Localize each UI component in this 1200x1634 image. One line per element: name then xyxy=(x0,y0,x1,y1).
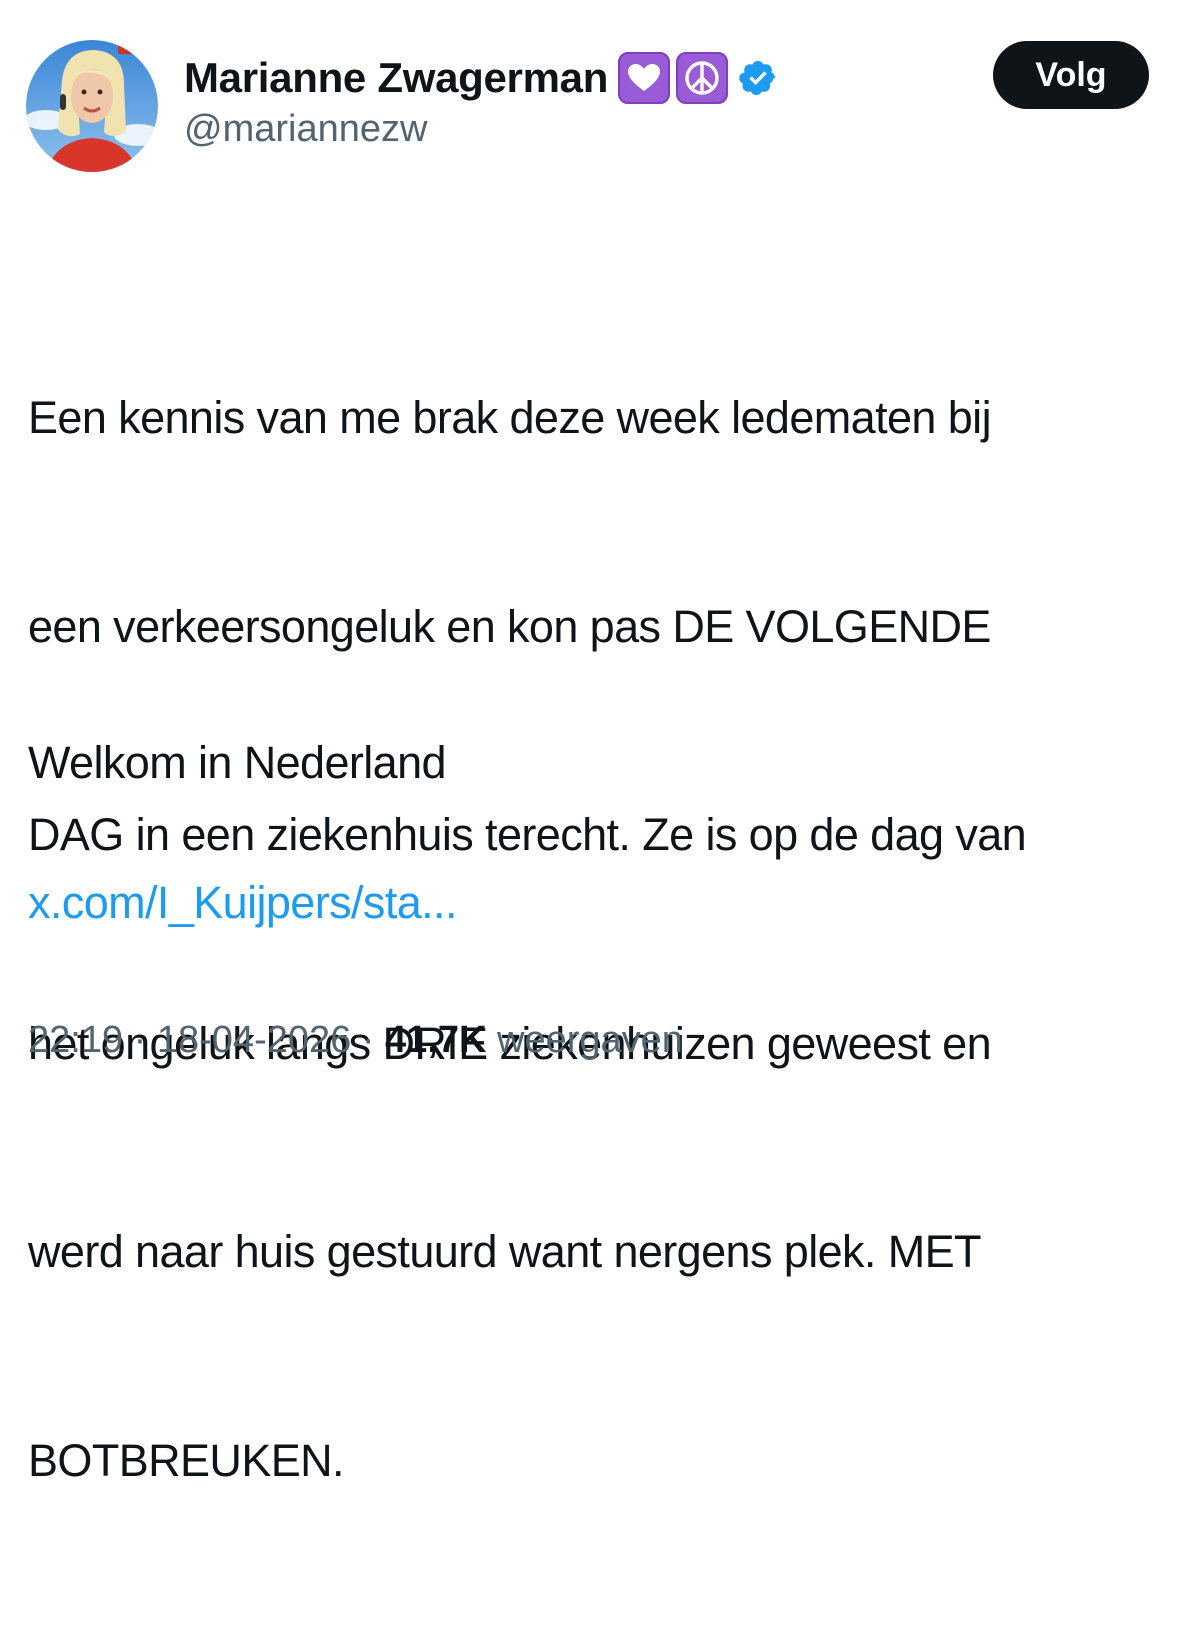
tweet-text-line: DAG in een ziekenhuis terecht. Ze is op … xyxy=(28,809,1027,860)
tweet-text-line: een verkeersongeluk en kon pas DE VOLGEN… xyxy=(28,600,991,652)
purple-heart-icon xyxy=(618,52,671,104)
tweet-meta: 22:19 · 18-04-2026 · 41,7K weergaven xyxy=(28,1010,683,1070)
views-count[interactable]: 41,7K xyxy=(385,1019,486,1061)
tweet-date[interactable]: 18-04-2026 xyxy=(157,1019,351,1061)
views-label: weergaven xyxy=(497,1019,683,1061)
tweet-link[interactable]: x.com/I_Kuijpers/sta... xyxy=(28,868,457,938)
author-display-name[interactable]: Marianne Zwagerman xyxy=(184,54,608,102)
tweet-text: Een kennis van me brak deze week ledemat… xyxy=(28,244,1178,1634)
meta-separator: · xyxy=(361,1019,375,1061)
tweet-time[interactable]: 22:19 xyxy=(28,1019,123,1061)
tweet-card: Marianne Zwagerman @mariannezw Volg Een … xyxy=(0,0,1200,1486)
avatar[interactable] xyxy=(26,40,158,172)
author-handle[interactable]: @mariannezw xyxy=(184,108,427,151)
verified-badge-icon[interactable] xyxy=(738,58,778,98)
avatar-image xyxy=(26,40,158,172)
meta-separator: · xyxy=(133,1019,147,1061)
tweet-text-line: werd naar huis gestuurd want nergens ple… xyxy=(28,1226,982,1277)
tweet-text-line: BOTBREUKEN. xyxy=(28,1434,345,1486)
follow-button[interactable]: Volg xyxy=(993,41,1149,109)
tweet-closing-line: Welkom in Nederland xyxy=(28,737,447,788)
author-name-row: Marianne Zwagerman xyxy=(184,46,778,110)
tweet-text-line: Een kennis van me brak deze week ledemat… xyxy=(28,392,992,443)
peace-symbol-icon xyxy=(676,52,729,104)
